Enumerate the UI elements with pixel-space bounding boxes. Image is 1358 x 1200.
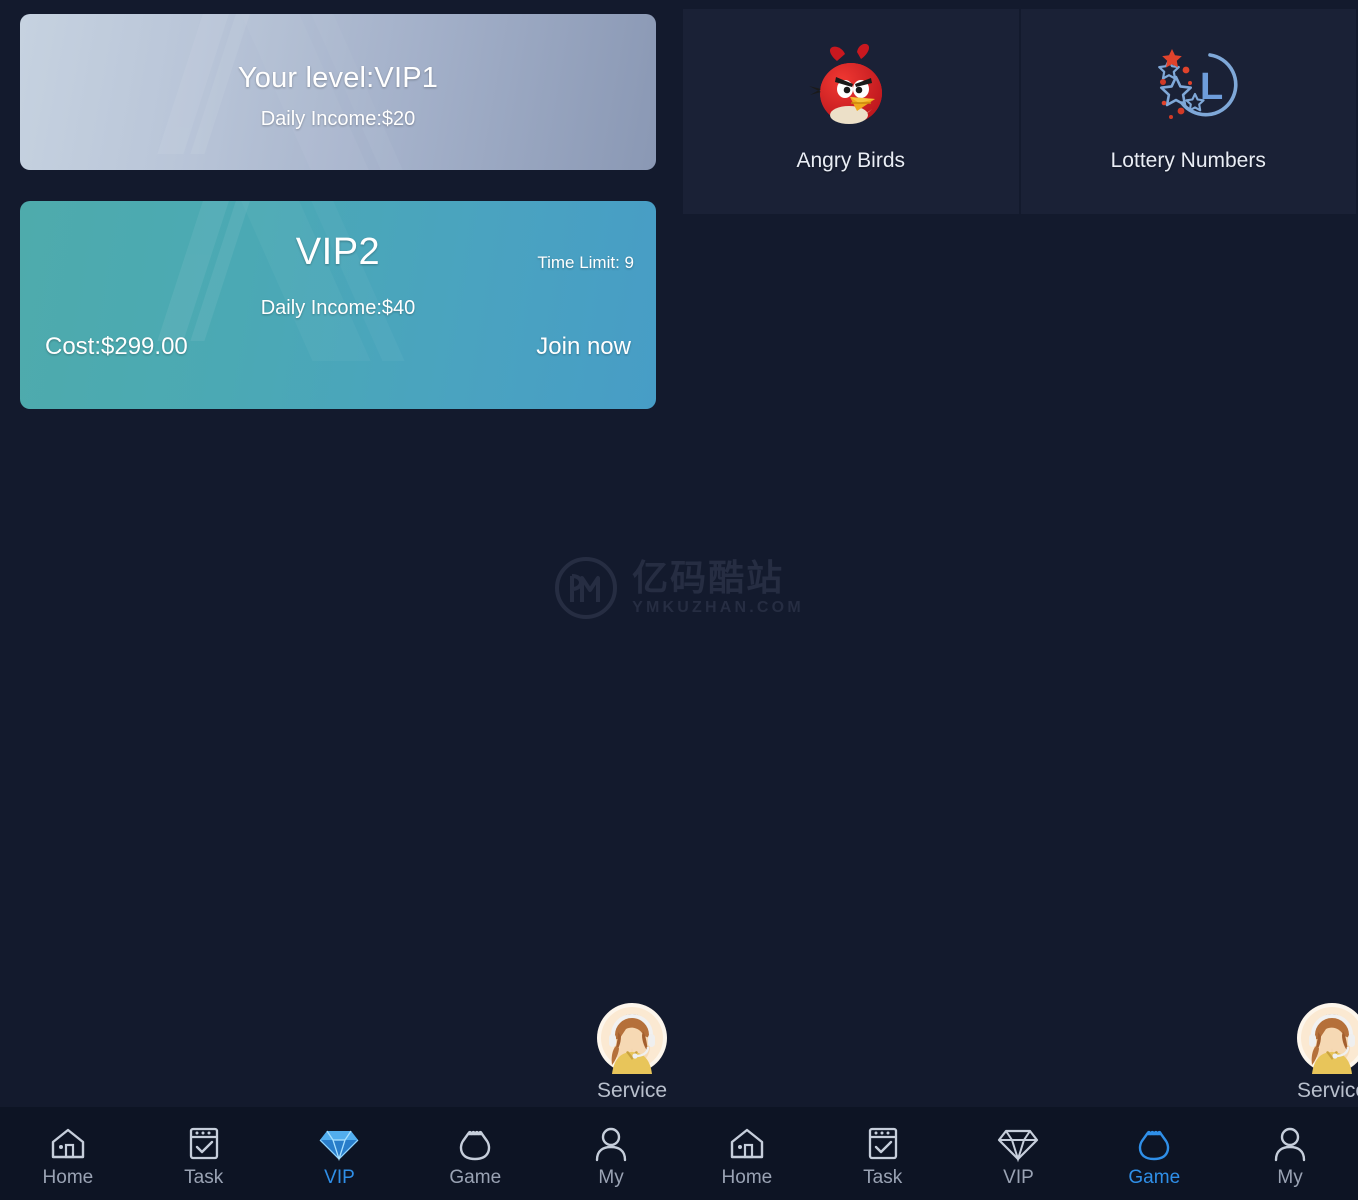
ym-logo-icon xyxy=(555,557,618,619)
vip-offer-daily-income: Daily Income:$40 xyxy=(260,297,416,319)
task-icon xyxy=(868,1127,897,1159)
nav-item-vip[interactable]: VIP xyxy=(272,1121,408,1187)
headset-agent-avatar xyxy=(1297,1003,1358,1074)
nav-item-label: Game xyxy=(449,1166,502,1188)
nav-item-game[interactable]: Game xyxy=(1086,1121,1222,1187)
diamond-icon xyxy=(998,1129,1039,1162)
service-label: Service xyxy=(596,1079,668,1102)
lottery-numbers-icon: L xyxy=(1158,49,1238,119)
vip-offer-cost: Cost:$299.00 xyxy=(45,333,188,360)
bottom-nav-right: Home Task VIP Game My xyxy=(679,1107,1358,1200)
service-button-left[interactable]: Service xyxy=(572,1002,692,1103)
vip-current-level-title: Your level:VIP1 xyxy=(237,62,439,94)
nav-item-label: VIP xyxy=(1003,1166,1034,1188)
home-icon xyxy=(730,1128,764,1158)
site-watermark: 亿码酷站 YMKUZHAN.COM xyxy=(0,556,1358,620)
vip-page: Your level:VIP1 Daily Income:$20 VIP2 Ti… xyxy=(0,0,1358,1200)
vip-current-level-card[interactable]: Your level:VIP1 Daily Income:$20 xyxy=(20,14,656,170)
game-tile-label: Lottery Numbers xyxy=(1110,149,1266,172)
game-tile-grid: Angry Birds L Lottery Numbers xyxy=(683,9,1356,214)
nav-item-my[interactable]: My xyxy=(1222,1121,1358,1187)
bottom-nav-left: Home Task VIP Game My xyxy=(0,1107,679,1200)
person-icon xyxy=(595,1127,627,1161)
nav-item-label: My xyxy=(598,1166,624,1188)
task-icon xyxy=(189,1127,218,1159)
vip-offer-time-limit: Time Limit: 9 xyxy=(537,253,634,272)
vip-current-daily-income: Daily Income:$20 xyxy=(260,108,416,130)
nav-item-home[interactable]: Home xyxy=(679,1121,815,1187)
nav-item-label: Game xyxy=(1128,1166,1181,1188)
nav-item-home[interactable]: Home xyxy=(0,1121,136,1187)
person-icon xyxy=(1274,1127,1306,1161)
headset-agent-avatar xyxy=(597,1003,667,1074)
game-tile-label: Angry Birds xyxy=(796,149,906,172)
angry-birds-icon xyxy=(808,43,882,124)
nav-item-label: Home xyxy=(42,1166,94,1188)
watermark-cn-text: 亿码酷站 xyxy=(632,557,785,599)
service-button-right[interactable]: Service xyxy=(1272,1002,1358,1103)
vip-offer-join-button[interactable]: Join now xyxy=(536,333,631,361)
nav-item-task[interactable]: Task xyxy=(136,1121,272,1187)
vip-offer-card[interactable]: VIP2 Time Limit: 9 Daily Income:$40 Cost… xyxy=(20,201,656,409)
vip-card-list: Your level:VIP1 Daily Income:$20 VIP2 Ti… xyxy=(20,14,656,409)
nav-item-label: Task xyxy=(184,1166,224,1188)
nav-item-vip[interactable]: VIP xyxy=(951,1121,1087,1187)
nav-item-task[interactable]: Task xyxy=(815,1121,951,1187)
nav-item-label: My xyxy=(1277,1166,1303,1188)
diamond-icon xyxy=(320,1130,359,1161)
game-tile-angry-birds[interactable]: Angry Birds xyxy=(683,9,1019,214)
service-label: Service xyxy=(1296,1079,1358,1102)
purse-icon xyxy=(460,1130,491,1160)
nav-item-label: VIP xyxy=(324,1166,355,1188)
nav-item-game[interactable]: Game xyxy=(407,1121,543,1187)
watermark-en-text: YMKUZHAN.COM xyxy=(632,598,804,616)
purse-icon xyxy=(1139,1130,1170,1160)
game-tile-lottery-numbers[interactable]: L Lottery Numbers xyxy=(1018,9,1356,214)
nav-item-label: Home xyxy=(721,1166,773,1188)
home-icon xyxy=(51,1128,85,1158)
nav-item-label: Task xyxy=(863,1166,903,1188)
nav-item-my[interactable]: My xyxy=(543,1121,679,1187)
